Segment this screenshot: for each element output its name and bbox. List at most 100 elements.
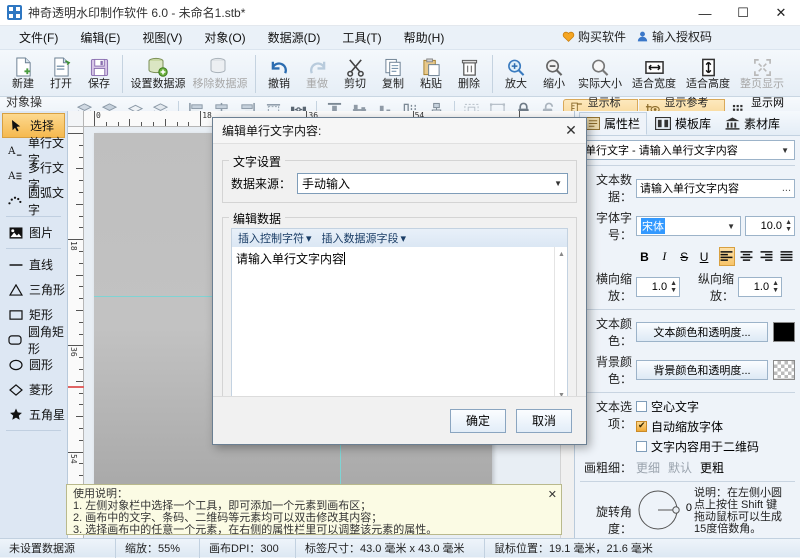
help-line: 2. 画布中的文字、条码、二维码等元素均可以双击修改其内容； bbox=[73, 512, 383, 524]
material-library-icon bbox=[725, 116, 740, 130]
spinner-arrows[interactable]: ▲ ▼ bbox=[772, 280, 779, 294]
edit-data-title: 编辑数据 bbox=[229, 210, 286, 227]
font-family-combo[interactable]: 宋体 ▼ bbox=[636, 216, 741, 236]
menu-item-datasource[interactable]: 数据源(D) bbox=[257, 26, 332, 49]
text-color-button[interactable]: 文本颜色和透明度... bbox=[636, 322, 768, 342]
close-button[interactable]: ✕ bbox=[762, 0, 800, 26]
dialog-close-button[interactable]: ✕ bbox=[556, 118, 586, 144]
tab-template-library[interactable]: 模板库 bbox=[649, 112, 717, 135]
bg-color-button[interactable]: 背景颜色和透明度... bbox=[636, 360, 768, 380]
help-text: 使用说明： 1. 左侧对象栏中选择一个工具，即可添加一个元素到画布区； 2. 画… bbox=[73, 488, 555, 536]
spinner-arrows[interactable]: ▲ ▼ bbox=[785, 219, 792, 233]
align-right-button[interactable] bbox=[758, 247, 775, 266]
tool-triangle[interactable]: 三角形 bbox=[2, 277, 65, 302]
menu-item-file[interactable]: 文件(F) bbox=[8, 26, 69, 49]
toolbar-fit-width-button[interactable]: 适合宽度 bbox=[627, 52, 681, 96]
toolbar-redo-button[interactable]: 重做 bbox=[298, 52, 336, 96]
tool-rounded-rectangle[interactable]: 圆角矩形 bbox=[2, 325, 65, 356]
text-data-browse-button[interactable]: ... bbox=[782, 182, 791, 194]
scroll-up-icon[interactable]: ▲ bbox=[556, 249, 567, 260]
toolbar-save-button[interactable]: 保存 bbox=[80, 52, 118, 96]
menu-item-object[interactable]: 对象(O) bbox=[193, 26, 256, 49]
single-line-text-icon: A bbox=[8, 145, 22, 157]
toolbar-cut-button[interactable]: 剪切 bbox=[336, 52, 374, 96]
align-left-button[interactable] bbox=[718, 247, 736, 266]
v-scale-spinner[interactable]: 1.0 ▲ ▼ bbox=[738, 277, 782, 297]
data-source-combo[interactable]: 手动输入 ▼ bbox=[297, 173, 568, 194]
help-close-button[interactable]: ✕ bbox=[548, 489, 557, 501]
tool-line[interactable]: 直线 bbox=[2, 252, 65, 277]
vertical-ruler[interactable]: 18 36 54 bbox=[68, 127, 84, 538]
h-scale-spinner[interactable]: 1.0 ▲ ▼ bbox=[636, 277, 680, 297]
menu-item-edit[interactable]: 编辑(E) bbox=[69, 26, 131, 49]
text-data-input[interactable]: 请输入单行文字内容 ... bbox=[636, 178, 795, 198]
toolbar-new-button[interactable]: 新建 bbox=[4, 52, 42, 96]
font-size-spinner[interactable]: 10.0 ▲ ▼ bbox=[745, 216, 795, 236]
spinner-arrows[interactable]: ▲ ▼ bbox=[670, 280, 677, 294]
text-editor-area[interactable]: 请输入单行文字内容 ▲ ▼ bbox=[231, 247, 568, 404]
align-center-icon bbox=[740, 251, 753, 261]
buy-software-link[interactable]: 购买软件 bbox=[562, 28, 626, 45]
toolbar-remove-datasource-button[interactable]: 移除数据源 bbox=[189, 52, 251, 96]
tool-arc-text[interactable]: 圆弧文字 bbox=[2, 186, 65, 217]
license-key-link[interactable]: 输入授权码 bbox=[636, 28, 712, 45]
toolbar-actual-size-button[interactable]: 实际大小 bbox=[573, 52, 627, 96]
insert-datasource-field-label: 插入数据源字段 bbox=[321, 233, 399, 245]
tool-diamond[interactable]: 菱形 bbox=[2, 377, 65, 402]
toolbar-copy-button[interactable]: 复制 bbox=[374, 52, 412, 96]
editor-scrollbar[interactable]: ▲ ▼ bbox=[554, 247, 567, 403]
ruler-tick bbox=[68, 239, 83, 241]
stroke-thinner-button[interactable]: 更细 bbox=[636, 459, 660, 476]
tab-material-library[interactable]: 素材库 bbox=[719, 112, 786, 135]
tool-star[interactable]: 五角星 bbox=[2, 402, 65, 427]
underline-button[interactable]: U bbox=[696, 247, 713, 266]
toolbar-fit-page-button[interactable]: 整页显示 bbox=[735, 52, 789, 96]
align-center-button[interactable] bbox=[738, 247, 755, 266]
titlebar-links: 购买软件 输入授权码 bbox=[562, 28, 712, 45]
tool-ellipse-label: 圆形 bbox=[29, 358, 54, 372]
rectangle-icon bbox=[8, 309, 23, 321]
qrcode-text-checkbox[interactable]: 文字内容用于二维码 bbox=[636, 438, 759, 455]
hollow-text-checkbox[interactable]: 空心文字 bbox=[636, 398, 759, 415]
minimize-button[interactable]: — bbox=[686, 0, 724, 26]
menu-item-view[interactable]: 视图(V) bbox=[131, 26, 193, 49]
stroke-thicker-button[interactable]: 更粗 bbox=[700, 459, 724, 476]
tool-ellipse[interactable]: 圆形 bbox=[2, 352, 65, 377]
bg-color-swatch[interactable] bbox=[773, 360, 795, 380]
svg-text:A: A bbox=[8, 171, 16, 182]
toolbar-undo-button[interactable]: 撤销 bbox=[260, 52, 298, 96]
data-source-row: 数据来源： 手动输入 ▼ bbox=[231, 173, 568, 194]
fit-page-icon bbox=[753, 56, 772, 78]
insert-control-char-menu[interactable]: 插入控制字符 ▾ bbox=[238, 230, 312, 246]
autoscale-font-checkbox[interactable]: 自动缩放字体 bbox=[636, 418, 759, 435]
ok-button[interactable]: 确定 bbox=[450, 408, 506, 433]
h-scale-value: 1.0 bbox=[651, 281, 668, 293]
toolbar-delete-button[interactable]: 删除 bbox=[450, 52, 488, 96]
stroke-row: 画粗细： 更细 默认 更粗 bbox=[580, 459, 795, 476]
align-justify-button[interactable] bbox=[778, 247, 795, 266]
menu-item-tools[interactable]: 工具(T) bbox=[331, 26, 392, 49]
maximize-button[interactable]: ☐ bbox=[724, 0, 762, 26]
object-selector-combo[interactable]: 单行文字 - 请输入单行文字内容 ▼ bbox=[580, 140, 795, 160]
stroke-default-button[interactable]: 默认 bbox=[668, 459, 692, 476]
cursor-icon bbox=[9, 119, 24, 132]
tab-properties[interactable]: 属性栏 bbox=[579, 111, 648, 135]
menu-item-help[interactable]: 帮助(H) bbox=[393, 26, 456, 49]
text-color-swatch[interactable] bbox=[773, 322, 795, 342]
toolbar-fit-height-button[interactable]: 适合高度 bbox=[681, 52, 735, 96]
insert-datasource-field-menu[interactable]: 插入数据源字段 ▾ bbox=[322, 230, 407, 246]
toolbar-set-datasource-button[interactable]: 设置数据源 bbox=[127, 52, 189, 96]
toolbar-zoom-in-button[interactable]: 放大 bbox=[497, 52, 535, 96]
bold-button[interactable]: B bbox=[636, 247, 653, 266]
toolbar-open-button[interactable]: 打开 bbox=[42, 52, 80, 96]
tool-palette-divider bbox=[6, 430, 61, 431]
italic-button[interactable]: I bbox=[656, 247, 673, 266]
text-editor-content[interactable]: 请输入单行文字内容 bbox=[232, 247, 554, 403]
toolbar-paste-button[interactable]: 粘贴 bbox=[412, 52, 450, 96]
rotate-dial[interactable]: 0 bbox=[636, 487, 692, 533]
tool-image[interactable]: 图片 bbox=[2, 220, 65, 245]
ruler-tick bbox=[79, 251, 83, 252]
strikethrough-button[interactable]: S bbox=[676, 247, 693, 266]
cancel-button[interactable]: 取消 bbox=[516, 408, 572, 433]
toolbar-zoom-out-button[interactable]: 缩小 bbox=[535, 52, 573, 96]
